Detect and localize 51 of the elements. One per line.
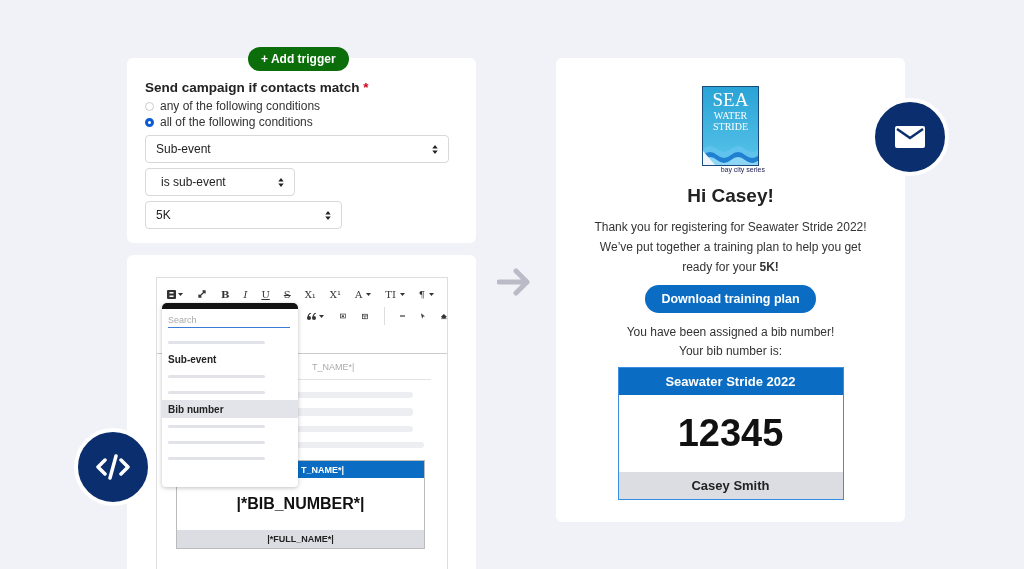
merge-tag-text: T_NAME*| bbox=[312, 361, 355, 372]
waves-icon bbox=[703, 143, 758, 165]
expand-icon[interactable] bbox=[197, 289, 207, 299]
select-field[interactable]: Sub-event bbox=[145, 135, 449, 163]
sort-caret-icon bbox=[278, 177, 284, 187]
bib-header-text: T_NAME*| bbox=[301, 464, 345, 475]
select-field[interactable]: is sub-event bbox=[145, 168, 295, 196]
bib-event-title: Seawater Stride 2022 bbox=[618, 368, 843, 395]
conditions-title: Send campaign if contacts match * bbox=[145, 80, 370, 95]
caret-icon bbox=[178, 292, 183, 296]
radio-button[interactable] bbox=[145, 117, 154, 127]
quote-button[interactable] bbox=[307, 312, 324, 320]
format-button[interactable]: ¶ bbox=[418, 288, 435, 300]
bib-intro-paragraph: You have been assigned a bib number! Your bib number is: bbox=[625, 324, 836, 360]
bib-name: Casey Smith bbox=[618, 472, 843, 499]
bib-number: 12345 bbox=[676, 411, 785, 456]
format-button[interactable]: I bbox=[243, 288, 248, 300]
cursor-icon[interactable] bbox=[421, 311, 426, 321]
caret-icon bbox=[319, 314, 324, 318]
bib-footer-tag: |*FULL_NAME*| bbox=[177, 530, 424, 548]
greeting-heading: Hi Casey! bbox=[687, 185, 774, 207]
sort-caret-icon bbox=[325, 210, 331, 220]
format-button[interactable]: X¹ bbox=[329, 288, 341, 300]
select-field[interactable]: 5K bbox=[145, 201, 342, 229]
arrow-icon bbox=[497, 268, 531, 296]
horizontal-rule-icon[interactable] bbox=[400, 315, 406, 317]
radio-label: all of the following conditions bbox=[160, 115, 313, 129]
add-trigger-button[interactable]: + Add trigger bbox=[248, 47, 349, 71]
code-icon bbox=[96, 454, 130, 480]
format-button[interactable]: B bbox=[221, 288, 230, 300]
block-format-button[interactable] bbox=[167, 289, 183, 299]
format-button[interactable]: A bbox=[355, 288, 372, 300]
sort-caret-icon bbox=[432, 144, 438, 154]
menu-item[interactable]: Bib number bbox=[162, 400, 298, 418]
download-button[interactable]: Download training plan bbox=[645, 285, 816, 313]
logo-text: STRIDE bbox=[713, 121, 748, 132]
format-button[interactable]: U bbox=[261, 288, 270, 300]
eraser-icon[interactable] bbox=[441, 311, 447, 321]
radio-label: any of the following conditions bbox=[160, 99, 321, 113]
bib-number-tag: |*BIB_NUMBER*| bbox=[177, 478, 424, 530]
logo-text: SEA bbox=[712, 90, 749, 110]
image-icon[interactable] bbox=[340, 312, 346, 320]
format-button[interactable]: X₁ bbox=[304, 288, 316, 300]
format-button[interactable]: TI bbox=[385, 288, 405, 300]
search-field[interactable]: Search bbox=[168, 313, 290, 328]
envelope-icon bbox=[895, 126, 925, 148]
menu-item[interactable]: Sub-event bbox=[162, 350, 298, 368]
logo-text: WATER bbox=[713, 110, 748, 121]
format-button[interactable]: S bbox=[283, 288, 291, 300]
intro-paragraph: Thank you for registering for Seawater Stride 2022! We’ve put together a training plan to help you get ready for your 5K! bbox=[593, 219, 868, 276]
table-icon[interactable] bbox=[361, 311, 368, 321]
